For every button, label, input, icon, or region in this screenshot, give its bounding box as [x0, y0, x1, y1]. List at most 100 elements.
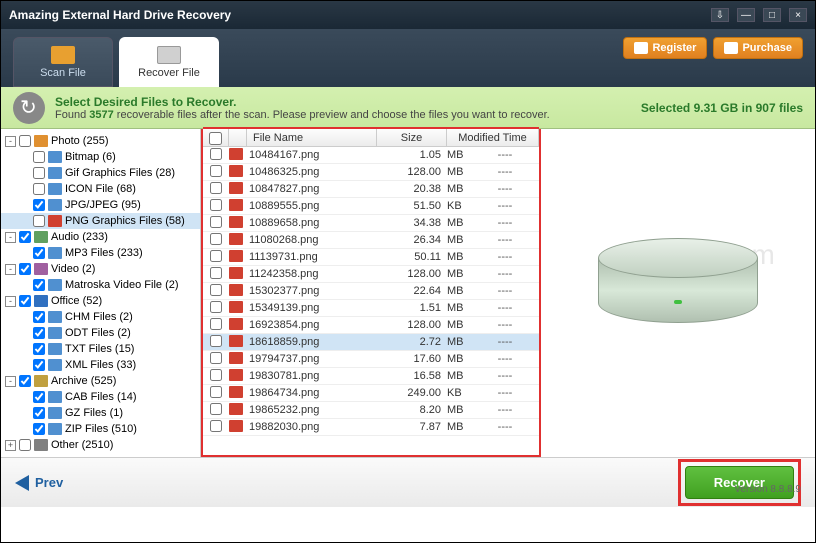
tree-checkbox[interactable] — [33, 183, 45, 195]
tree-item[interactable]: -Audio (233) — [1, 229, 200, 245]
tree-item[interactable]: XML Files (33) — [1, 357, 200, 373]
row-checkbox[interactable] — [210, 233, 222, 245]
row-checkbox[interactable] — [210, 182, 222, 194]
header-checkbox[interactable] — [203, 129, 229, 146]
row-checkbox[interactable] — [210, 352, 222, 364]
tree-toggle-icon[interactable]: + — [5, 440, 16, 451]
tree-item[interactable]: Matroska Video File (2) — [1, 277, 200, 293]
table-body[interactable]: 10484167.png1.05MB----10486325.png128.00… — [203, 147, 539, 449]
tree-checkbox[interactable] — [33, 247, 45, 259]
row-checkbox[interactable] — [210, 420, 222, 432]
close-button[interactable]: × — [789, 8, 807, 22]
row-checkbox[interactable] — [210, 386, 222, 398]
row-checkbox[interactable] — [210, 250, 222, 262]
maximize-button[interactable]: □ — [763, 8, 781, 22]
row-checkbox[interactable] — [210, 284, 222, 296]
tree-checkbox[interactable] — [33, 423, 45, 435]
row-checkbox[interactable] — [210, 165, 222, 177]
tree-checkbox[interactable] — [33, 407, 45, 419]
tree-item[interactable]: CHM Files (2) — [1, 309, 200, 325]
tree-checkbox[interactable] — [19, 295, 31, 307]
tree-item[interactable]: PNG Graphics Files (58) — [1, 213, 200, 229]
table-row[interactable]: 19882030.png7.87MB---- — [203, 419, 539, 436]
table-row[interactable]: 19794737.png17.60MB---- — [203, 351, 539, 368]
tree-label: ICON File (68) — [65, 183, 136, 195]
purchase-button[interactable]: Purchase — [713, 37, 803, 59]
tree-checkbox[interactable] — [33, 311, 45, 323]
row-checkbox[interactable] — [210, 335, 222, 347]
table-row[interactable]: 10484167.png1.05MB---- — [203, 147, 539, 164]
tree-toggle-icon[interactable]: - — [5, 136, 16, 147]
tree-item[interactable]: ODT Files (2) — [1, 325, 200, 341]
table-row[interactable]: 10847827.png20.38MB---- — [203, 181, 539, 198]
row-checkbox[interactable] — [210, 216, 222, 228]
file-icon — [48, 167, 62, 179]
table-row[interactable]: 19830781.png16.58MB---- — [203, 368, 539, 385]
tree-item[interactable]: JPG/JPEG (95) — [1, 197, 200, 213]
table-row[interactable]: 16923854.png128.00MB---- — [203, 317, 539, 334]
tree-checkbox[interactable] — [33, 279, 45, 291]
table-row[interactable]: 10486325.png128.00MB---- — [203, 164, 539, 181]
tab-recover-file[interactable]: Recover File — [119, 37, 219, 87]
header-size[interactable]: Size — [377, 129, 447, 146]
tree-item[interactable]: MP3 Files (233) — [1, 245, 200, 261]
tree-checkbox[interactable] — [33, 359, 45, 371]
file-tree[interactable]: -Photo (255)Bitmap (6)Gif Graphics Files… — [1, 129, 201, 457]
tree-checkbox[interactable] — [33, 327, 45, 339]
tree-item[interactable]: -Archive (525) — [1, 373, 200, 389]
tree-checkbox[interactable] — [33, 343, 45, 355]
header-modified[interactable]: Modified Time — [447, 129, 539, 146]
tree-toggle-icon[interactable]: - — [5, 376, 16, 387]
tree-item[interactable]: -Office (52) — [1, 293, 200, 309]
table-row[interactable]: 18618859.png2.72MB---- — [203, 334, 539, 351]
prev-button[interactable]: Prev — [15, 475, 63, 491]
tree-item[interactable]: CAB Files (14) — [1, 389, 200, 405]
tree-checkbox[interactable] — [19, 375, 31, 387]
tree-item[interactable]: -Video (2) — [1, 261, 200, 277]
table-row[interactable]: 10889658.png34.38MB---- — [203, 215, 539, 232]
tab-scan-file[interactable]: Scan File — [13, 37, 113, 87]
table-row[interactable]: 19864734.png249.00KB---- — [203, 385, 539, 402]
tree-checkbox[interactable] — [19, 263, 31, 275]
table-row[interactable]: 10889555.png51.50KB---- — [203, 198, 539, 215]
minimize-button[interactable]: — — [737, 8, 755, 22]
row-checkbox[interactable] — [210, 301, 222, 313]
tree-checkbox[interactable] — [33, 151, 45, 163]
tree-item[interactable]: -Photo (255) — [1, 133, 200, 149]
tree-checkbox[interactable] — [33, 199, 45, 211]
tree-toggle-icon[interactable]: - — [5, 264, 16, 275]
table-row[interactable]: 11139731.png50.11MB---- — [203, 249, 539, 266]
row-checkbox[interactable] — [210, 199, 222, 211]
table-row[interactable]: 11080268.png26.34MB---- — [203, 232, 539, 249]
tree-checkbox[interactable] — [19, 231, 31, 243]
row-checkbox[interactable] — [210, 267, 222, 279]
header-name[interactable]: File Name — [247, 129, 377, 146]
tree-item[interactable]: Bitmap (6) — [1, 149, 200, 165]
row-checkbox[interactable] — [210, 148, 222, 160]
row-checkbox[interactable] — [210, 369, 222, 381]
tree-checkbox[interactable] — [33, 391, 45, 403]
tree-checkbox[interactable] — [33, 215, 45, 227]
row-checkbox[interactable] — [210, 403, 222, 415]
tree-item[interactable]: Gif Graphics Files (28) — [1, 165, 200, 181]
table-row[interactable]: 15302377.png22.64MB---- — [203, 283, 539, 300]
tree-item[interactable]: ICON File (68) — [1, 181, 200, 197]
row-checkbox[interactable] — [210, 318, 222, 330]
bottom-bar: Prev Recover Version 8.8.8.9 — [1, 457, 815, 507]
table-row[interactable]: 11242358.png128.00MB---- — [203, 266, 539, 283]
tree-checkbox[interactable] — [19, 135, 31, 147]
tree-item[interactable]: GZ Files (1) — [1, 405, 200, 421]
tree-checkbox[interactable] — [19, 439, 31, 451]
tree-item[interactable]: TXT Files (15) — [1, 341, 200, 357]
download-icon[interactable]: ⇩ — [711, 8, 729, 22]
table-row[interactable]: 15349139.png1.51MB---- — [203, 300, 539, 317]
tree-item[interactable]: +Other (2510) — [1, 437, 200, 453]
file-modified: ---- — [471, 183, 539, 195]
register-button[interactable]: Register — [623, 37, 707, 59]
recover-highlight: Recover — [678, 459, 801, 506]
tree-toggle-icon[interactable]: - — [5, 232, 16, 243]
tree-checkbox[interactable] — [33, 167, 45, 179]
tree-item[interactable]: ZIP Files (510) — [1, 421, 200, 437]
table-row[interactable]: 19865232.png8.20MB---- — [203, 402, 539, 419]
tree-toggle-icon[interactable]: - — [5, 296, 16, 307]
